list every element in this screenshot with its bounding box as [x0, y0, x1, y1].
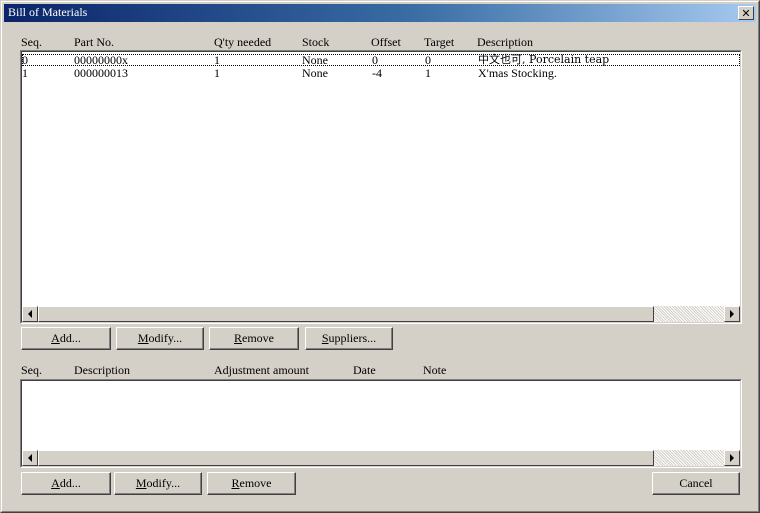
- cell-qty: 1: [214, 53, 220, 67]
- add-adjustment-button[interactable]: Add...: [21, 472, 111, 495]
- scroll-left-button[interactable]: [22, 306, 38, 322]
- arrow-right-icon: [730, 454, 734, 462]
- col-header-adjustment-amount[interactable]: Adjustment amount: [214, 363, 309, 378]
- table-row[interactable]: 1 000000013 1 None -4 1 X'mas Stocking.: [22, 67, 740, 79]
- modify-adjustment-button[interactable]: Modify...: [114, 472, 202, 495]
- modify-part-button[interactable]: Modify...: [116, 327, 204, 350]
- col-header-note[interactable]: Note: [423, 363, 446, 378]
- cancel-label: Cancel: [679, 476, 713, 490]
- suppliers-button[interactable]: Suppliers...: [305, 327, 393, 350]
- cell-description: X'mas Stocking.: [478, 66, 557, 80]
- col-header-target[interactable]: Target: [424, 35, 454, 50]
- arrow-left-icon: [28, 310, 32, 318]
- cell-stock: None: [302, 66, 328, 80]
- col-header-description[interactable]: Description: [477, 35, 533, 50]
- cell-qty: 1: [214, 66, 220, 80]
- remove-adjustment-button[interactable]: Remove: [207, 472, 296, 495]
- adjustments-list-hscrollbar[interactable]: [22, 450, 740, 466]
- cell-part-no: 000000013: [74, 66, 128, 80]
- col-header-date[interactable]: Date: [353, 363, 376, 378]
- cell-part-no: 00000000x: [74, 53, 128, 67]
- bill-of-materials-window: Bill of Materials ✕ Seq. Part No. Q'ty n…: [0, 0, 760, 513]
- cancel-button[interactable]: Cancel: [652, 472, 740, 495]
- col-header-description[interactable]: Description: [74, 363, 130, 378]
- remove-part-button[interactable]: Remove: [209, 327, 299, 350]
- scroll-right-button[interactable]: [724, 306, 740, 322]
- parts-list-body: 0 00000000x 1 None 0 0 中文也可, Porcelain t…: [21, 51, 741, 323]
- cell-target: 1: [425, 66, 431, 80]
- cell-description: 中文也可, Porcelain teap: [478, 53, 610, 66]
- cell-seq: 1: [22, 66, 28, 80]
- add-part-label: Add...: [51, 331, 81, 345]
- cell-stock: None: [302, 53, 328, 67]
- remove-adjustment-label: Remove: [231, 476, 272, 490]
- col-header-stock[interactable]: Stock: [302, 35, 329, 50]
- scroll-thumb[interactable]: [38, 306, 654, 322]
- arrow-left-icon: [28, 454, 32, 462]
- close-icon: ✕: [741, 6, 751, 20]
- cell-offset: -4: [372, 66, 382, 80]
- parts-list[interactable]: 0 00000000x 1 None 0 0 中文也可, Porcelain t…: [20, 50, 742, 324]
- scroll-left-button[interactable]: [22, 450, 38, 466]
- cell-seq: 0: [22, 53, 28, 67]
- modify-adjustment-label: Modify...: [135, 476, 181, 490]
- title-bar[interactable]: Bill of Materials ✕: [4, 4, 756, 22]
- add-adjustment-label: Add...: [51, 476, 81, 490]
- col-header-offset[interactable]: Offset: [371, 35, 401, 50]
- window-title: Bill of Materials: [8, 5, 88, 19]
- col-header-seq[interactable]: Seq.: [21, 35, 42, 50]
- table-row[interactable]: 0 00000000x 1 None 0 0 中文也可, Porcelain t…: [22, 54, 740, 66]
- col-header-part-no[interactable]: Part No.: [74, 35, 114, 50]
- suppliers-label: Suppliers...: [321, 331, 377, 345]
- add-part-button[interactable]: Add...: [21, 327, 111, 350]
- adjustments-list-body: [21, 380, 741, 467]
- adjustments-list[interactable]: [20, 379, 742, 468]
- close-button[interactable]: ✕: [738, 6, 754, 20]
- parts-list-hscrollbar[interactable]: [22, 306, 740, 322]
- modify-part-label: Modify...: [137, 331, 183, 345]
- cell-offset: 0: [372, 53, 378, 67]
- arrow-right-icon: [730, 310, 734, 318]
- col-header-qty-needed[interactable]: Q'ty needed: [214, 35, 271, 50]
- cell-target: 0: [425, 53, 431, 67]
- scroll-right-button[interactable]: [724, 450, 740, 466]
- remove-part-label: Remove: [233, 331, 274, 345]
- scroll-thumb[interactable]: [38, 450, 654, 466]
- col-header-seq[interactable]: Seq.: [21, 363, 42, 378]
